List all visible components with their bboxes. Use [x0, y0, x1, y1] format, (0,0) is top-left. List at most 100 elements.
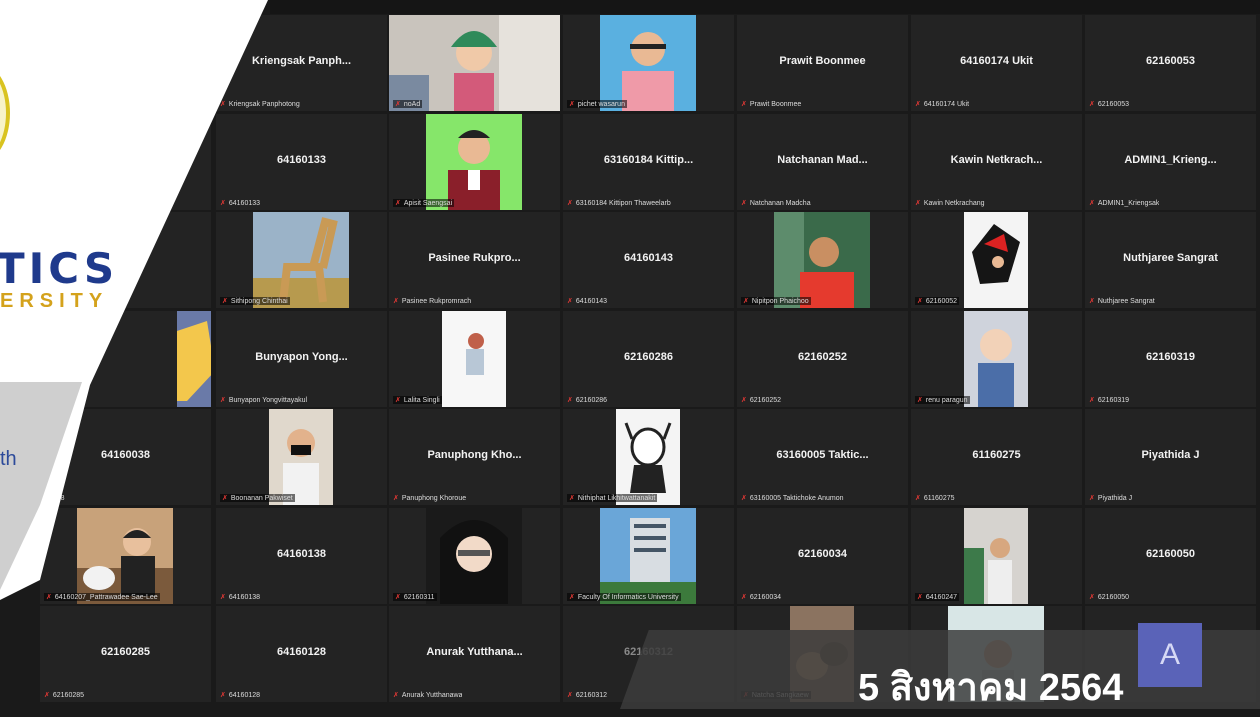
mic-muted-icon: ✗ — [569, 495, 575, 502]
participant-tile[interactable]: ✗ renu paragun — [911, 311, 1082, 407]
participant-tile[interactable]: 61160275 ✗ 61160275 — [911, 409, 1082, 505]
participant-tile[interactable]: 64160038 ✗ 038 — [40, 409, 211, 505]
mic-muted-icon: ✗ — [741, 594, 747, 601]
participant-tile[interactable]: 64160174 Ukit ✗ 64160174 Ukit — [911, 15, 1082, 111]
participant-tile[interactable]: ✗ Lalita Singli — [389, 311, 560, 407]
participant-tile[interactable]: Natchanan Mad... ✗ Natchanan Madcha — [737, 114, 908, 210]
participant-name: 62160285 — [101, 646, 150, 658]
participant-tile[interactable]: Panuphong Kho... ✗ Panuphong Khoroue — [389, 409, 560, 505]
mic-muted-icon: ✗ — [569, 101, 575, 108]
participant-caption-text: Apisit Saengsai — [403, 200, 453, 207]
participant-caption-text: 64160247 — [925, 594, 958, 601]
participant-tile[interactable]: ✗ Boonanan Pakwiset — [216, 409, 387, 505]
participant-caption: ✗ Natchanan Madcha — [741, 199, 811, 207]
participant-name: Panuphong Kho... — [427, 449, 522, 461]
participant-tile[interactable]: ✗ sames — [40, 311, 211, 407]
participant-caption-text: 038 — [52, 495, 65, 502]
participant-name: 62160053 — [1146, 55, 1195, 67]
participant-tile[interactable]: Nuthjaree Sangrat ✗ Nuthjaree Sangrat — [1085, 212, 1256, 308]
participant-caption: ✗ Panuphong Khoroue — [393, 494, 466, 502]
participant-tile[interactable]: 62160034 ✗ 62160034 — [737, 508, 908, 604]
participant-caption-text: Piyathida J — [1097, 495, 1133, 502]
participant-caption-text: Prawit Boonmee — [749, 101, 802, 108]
participant-tile[interactable]: 62160286 ✗ 62160286 — [563, 311, 734, 407]
participant-caption: ✗ 62160050 — [1089, 593, 1129, 601]
participant-tile[interactable]: 63160184 Kittip... ✗ 63160184 Kittipon Tha… — [563, 114, 734, 210]
mic-muted-icon: ✗ — [44, 495, 50, 502]
participant-caption: ✗ Faculty Of Informatics University — [567, 593, 681, 601]
participant-tile[interactable]: ✗ 64160207_Pattrawadee Sae-Lee — [40, 508, 211, 604]
date-banner: 5 สิงหาคม 2564 — [858, 667, 1124, 709]
participant-name: Bunyapon Yong... — [255, 351, 348, 363]
participant-caption: ✗ 64160138 — [220, 593, 260, 601]
participant-caption-text: 61160275 — [923, 495, 955, 502]
participant-name: Prawit Boonmee — [779, 55, 866, 67]
participant-name: 64160143 — [624, 252, 673, 264]
participant-tile[interactable]: ✗ Nithiphat Likhitwattanakit — [563, 409, 734, 505]
participant-caption-text: Nuthjaree Sangrat — [1097, 298, 1155, 305]
participant-caption-text: Boonanan Pakwiset — [230, 495, 293, 502]
participant-tile[interactable]: 64160138 ✗ 64160138 — [216, 508, 387, 604]
mic-muted-icon: ✗ — [567, 200, 573, 207]
participant-tile[interactable]: ✗ 62160052 — [911, 212, 1082, 308]
participant-tile[interactable]: Bunyapon Yong... ✗ Bunyapon Yongvittayakul — [216, 311, 387, 407]
participant-tile[interactable]: ✗ Nipitpon Phaichoo — [737, 212, 908, 308]
participant-name: 64160138 — [277, 548, 326, 560]
participant-tile[interactable]: ✗ pichet wasarun — [563, 15, 734, 111]
participant-caption-text: 62160286 — [575, 397, 608, 404]
participant-name: 64160133 — [277, 154, 326, 166]
participant-tile[interactable]: 62160252 ✗ 62160252 — [737, 311, 908, 407]
participant-tile[interactable]: Prawit Boonmee ✗ Prawit Boonmee — [737, 15, 908, 111]
participant-tile[interactable]: 64160128 ✗ 64160128 — [216, 606, 387, 702]
participant-caption: ✗ 62160252 — [741, 396, 781, 404]
participant-name: 62160319 — [1146, 351, 1195, 363]
participant-tile[interactable]: 63160005 Taktic... ✗ 63160005 Taktichoke A… — [737, 409, 908, 505]
participant-tile[interactable]: 62160285 ✗ 62160285 — [40, 606, 211, 702]
mic-muted-icon: ✗ — [222, 298, 228, 305]
participant-caption-text: 62160052 — [925, 298, 958, 305]
participant-caption: ✗ Nithiphat Likhitwattanakit — [567, 494, 658, 502]
participant-tile[interactable]: ✗ Apisit Saengsai — [389, 114, 560, 210]
participant-tile[interactable]: 62160053 ✗ 62160053 — [1085, 15, 1256, 111]
participant-tile[interactable]: 64160143 ✗ 64160143 — [563, 212, 734, 308]
participant-caption-text: Bunyapon Yongvittayakul — [228, 397, 308, 404]
mic-muted-icon: ✗ — [567, 298, 573, 305]
participant-caption: ✗ 62160311 — [393, 593, 437, 601]
partial-title-text: th — [0, 448, 17, 470]
participant-tile[interactable]: ✗ noAd — [389, 15, 560, 111]
participant-tile[interactable]: ✗ Sithipong Chinthai — [216, 212, 387, 308]
participant-tile[interactable]: Piyathida J ✗ Piyathida J — [1085, 409, 1256, 505]
participant-caption: ✗ 63160184 Kittipon Thaweelarb — [567, 199, 671, 207]
mic-muted-icon: ✗ — [393, 692, 399, 699]
mic-muted-icon: ✗ — [917, 298, 923, 305]
participant-caption-text: Kriengsak Panphotong — [228, 101, 300, 108]
participant-caption-text: 62160053 — [1097, 101, 1130, 108]
mic-muted-icon: ✗ — [567, 692, 573, 699]
mic-muted-icon: ✗ — [220, 397, 226, 404]
participant-name: 61160275 — [972, 449, 1021, 461]
participant-name: Kawin Netkrach... — [950, 154, 1043, 166]
participant-tile[interactable] — [40, 15, 211, 111]
participant-tile[interactable]: 62160319 ✗ 62160319 — [1085, 311, 1256, 407]
participant-tile[interactable]: ADMIN1_Krieng... ✗ ADMIN1_Kriengsak — [1085, 114, 1256, 210]
participant-caption: ✗ sames — [44, 396, 78, 404]
participant-caption: ✗ pichet wasarun — [567, 100, 627, 108]
participant-tile[interactable]: ✗ 62160311 — [389, 508, 560, 604]
participant-tile[interactable]: Pasinee Rukpro... ✗ Pasinee Rukpromrach — [389, 212, 560, 308]
participant-caption-text: Nipitpon Phaichoo — [751, 298, 809, 305]
mic-muted-icon: ✗ — [220, 594, 226, 601]
participant-caption-text: 63160184 Kittipon Thaweelarb — [575, 200, 671, 207]
participant-tile[interactable]: Anurak Yutthana... ✗ Anurak Yutthanawa — [389, 606, 560, 702]
mic-muted-icon: ✗ — [915, 101, 921, 108]
mic-muted-icon: ✗ — [395, 594, 401, 601]
participant-tile[interactable] — [40, 114, 211, 210]
participant-caption-text: Kawin Netkrachang — [923, 200, 985, 207]
participant-tile[interactable]: 62160050 ✗ 62160050 — [1085, 508, 1256, 604]
participant-tile[interactable]: ✗ Faculty Of Informatics University — [563, 508, 734, 604]
participant-tile[interactable]: ✗ 64160247 — [911, 508, 1082, 604]
participant-caption: ✗ Lalita Singli — [393, 396, 442, 404]
participant-tile[interactable]: 64160133 ✗ 64160133 — [216, 114, 387, 210]
participant-tile[interactable]: Kriengsak Panph... ✗ Kriengsak Panphotong — [216, 15, 387, 111]
mic-muted-icon: ✗ — [395, 397, 401, 404]
participant-tile[interactable]: Kawin Netkrach... ✗ Kawin Netkrachang — [911, 114, 1082, 210]
